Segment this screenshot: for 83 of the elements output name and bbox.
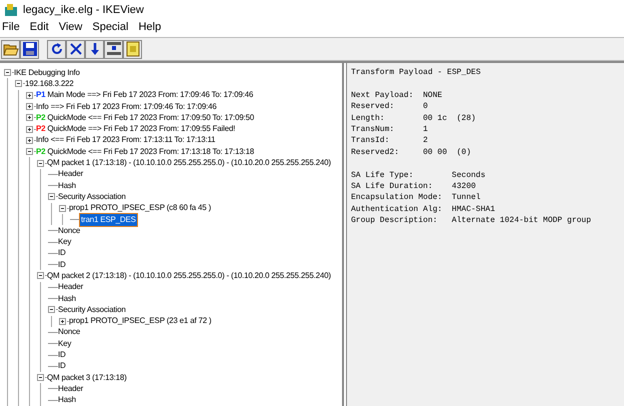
- close-icon[interactable]: [68, 41, 84, 57]
- collapse-icon[interactable]: [48, 306, 55, 314]
- field-value: 0: [423, 101, 428, 113]
- phase-tag: P2: [36, 123, 46, 136]
- field-label: TransNum:: [351, 124, 396, 136]
- tree-item[interactable]: QM packet 1 (17:13:18) - (10.10.10.0 255.255.255.0) - (10.10.20.0 255.255.255.240): [47, 157, 331, 170]
- menu-item[interactable]: Edit: [30, 19, 49, 36]
- field-label: Reserved:: [351, 101, 396, 113]
- field-label: TransId:: [351, 135, 390, 147]
- collapse-icon[interactable]: [15, 80, 22, 88]
- tree-item[interactable]: Key: [58, 338, 72, 350]
- tree-item[interactable]: QM packet 2 (17:13:18) - (10.10.10.0 255.255.255.0) - (10.10.20.0 255.255.255.240): [47, 270, 331, 282]
- field-value: 1: [423, 124, 428, 136]
- field-label: Next Payload:: [351, 90, 414, 102]
- tree-item[interactable]: 192.168.3.222: [25, 78, 74, 90]
- window-title: legacy_ike.elg - IKEView: [23, 2, 144, 18]
- tree-item[interactable]: QuickMode <== Fri Feb 17 2023 From: 17:13:18 To: 17:13:18: [47, 146, 254, 158]
- tree-item[interactable]: prop1 PROTO_IPSEC_ESP (c8 60 fa 45 ): [69, 202, 211, 214]
- tree-item[interactable]: Main Mode ==> Fri Feb 17 2023 From: 17:09:46 To: 17:09:46: [47, 89, 254, 102]
- tree-item[interactable]: QM packet 3 (17:13:18): [47, 372, 127, 384]
- tree-item[interactable]: ID: [58, 258, 66, 271]
- tree-item[interactable]: QuickMode ==> Fri Feb 17 2023 From: 17:09:55 Failed!: [47, 123, 236, 136]
- collapse-icon[interactable]: [48, 193, 55, 200]
- field-value: NONE: [423, 90, 442, 102]
- field-label: Reserved2:: [351, 146, 400, 158]
- collapse-icon[interactable]: [59, 204, 66, 212]
- collapse-icon[interactable]: [37, 160, 44, 167]
- tree-item[interactable]: Nonce: [58, 326, 80, 338]
- tree-item[interactable]: Hash: [58, 292, 76, 305]
- menu-item[interactable]: File: [2, 19, 20, 36]
- field-label: Length:: [351, 112, 386, 124]
- field-value: 00 1c (28): [423, 112, 476, 124]
- tree-icon[interactable]: [106, 41, 122, 57]
- field-value: 43200: [452, 181, 476, 192]
- note-icon[interactable]: [124, 41, 140, 57]
- field-value: Tunnel: [452, 192, 481, 204]
- details-title: Transform Payload - ESP_DES: [351, 67, 482, 78]
- tree-item[interactable]: ID: [58, 247, 66, 260]
- tree-item[interactable]: tran1 ESP_DES: [80, 214, 137, 226]
- tree-item[interactable]: Hash: [58, 394, 76, 406]
- field-value: Alternate 1024-bit MODP group: [452, 215, 592, 227]
- expand-icon[interactable]: [26, 103, 33, 110]
- tree-item[interactable]: QuickMode <== Fri Feb 17 2023 From: 17:09:50 To: 17:09:50: [47, 112, 254, 124]
- tree-item[interactable]: Nonce: [58, 224, 80, 237]
- tree-item[interactable]: Security Association: [58, 304, 126, 316]
- tree-item[interactable]: ID: [58, 360, 66, 372]
- field-label: SA Life Type:: [351, 170, 414, 182]
- tree-item[interactable]: Info <== Fri Feb 17 2023 From: 17:13:11 To: 17:13:11: [36, 134, 216, 146]
- collapse-icon[interactable]: [26, 148, 33, 156]
- phase-tag: P2: [36, 112, 46, 124]
- phase-tag: P1: [36, 89, 46, 102]
- field-value: 00 00 (0): [423, 146, 472, 158]
- field-label: SA Life Duration:: [351, 181, 434, 192]
- tree-item[interactable]: IKE Debugging Info: [14, 66, 80, 79]
- expand-icon[interactable]: [26, 126, 33, 133]
- expand-icon[interactable]: [26, 136, 33, 144]
- tree-item[interactable]: Hash: [58, 180, 76, 192]
- tree-item[interactable]: ID: [58, 349, 66, 362]
- expand-icon[interactable]: [26, 92, 33, 99]
- tree-item[interactable]: prop1 PROTO_IPSEC_ESP (23 e1 af 72 ): [69, 315, 212, 328]
- tree-item[interactable]: Key: [58, 236, 72, 248]
- tree-item[interactable]: Header: [58, 382, 84, 395]
- field-value: Seconds: [452, 170, 486, 182]
- expand-icon[interactable]: [26, 114, 33, 122]
- field-label: Encapsulation Mode:: [351, 192, 444, 204]
- field-label: Group Description:: [351, 215, 438, 227]
- app-icon: [4, 3, 18, 17]
- tree-item[interactable]: Info ==> Fri Feb 17 2023 From: 17:09:46 To: 17:09:46: [36, 100, 216, 113]
- field-value: HMAC-SHA1: [452, 204, 496, 216]
- field-value: 2: [423, 135, 428, 147]
- menu-item[interactable]: Help: [138, 19, 162, 36]
- tree-item[interactable]: Header: [58, 168, 84, 180]
- tree-item[interactable]: Header: [58, 281, 84, 294]
- expand-icon[interactable]: [59, 318, 66, 325]
- menu-item[interactable]: Special: [92, 19, 128, 36]
- collapse-icon[interactable]: [37, 272, 44, 280]
- save-icon[interactable]: [22, 41, 38, 57]
- collapse-icon[interactable]: [4, 69, 11, 76]
- field-label: Authentication Alg:: [351, 204, 444, 216]
- tree-item[interactable]: Security Association: [58, 190, 126, 203]
- menu-item[interactable]: View: [58, 19, 82, 36]
- phase-tag: P2: [36, 146, 46, 158]
- collapse-icon[interactable]: [37, 374, 44, 382]
